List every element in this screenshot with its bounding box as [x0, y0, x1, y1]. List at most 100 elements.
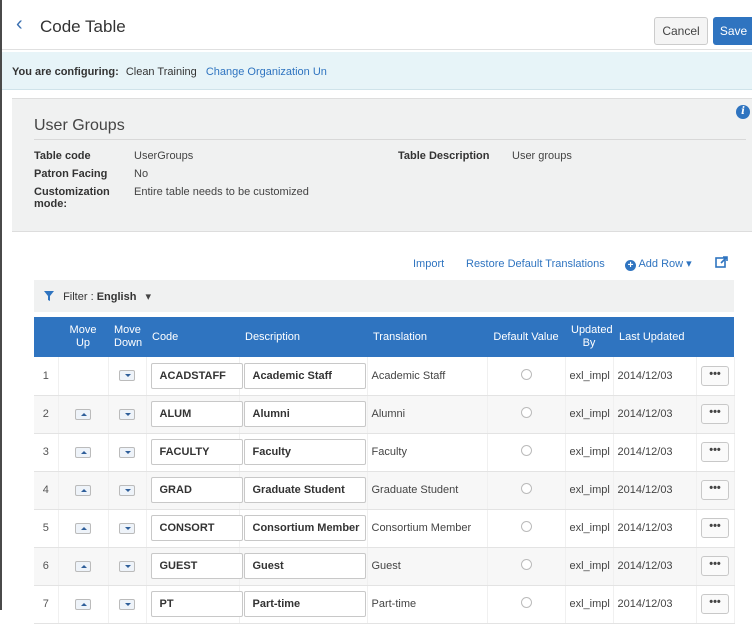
move-up-button[interactable] [75, 522, 91, 534]
row-actions-button[interactable]: ••• [701, 365, 729, 386]
actions-cell: ••• [696, 547, 735, 586]
updated-by-cell: exl_impl [565, 395, 614, 434]
move-down-cell [108, 471, 147, 510]
updated-by-cell: exl_impl [565, 471, 614, 510]
change-organization-link[interactable]: Change Organization Un [206, 66, 327, 78]
code-input[interactable]: ALUM [150, 401, 243, 427]
row-number: 7 [34, 585, 59, 624]
cancel-button[interactable]: Cancel [654, 17, 708, 45]
code-cell: GRAD [146, 471, 243, 510]
code-input[interactable]: FACULTY [150, 439, 243, 465]
patron-facing-value: No [134, 168, 149, 180]
default-value-radio[interactable] [520, 559, 532, 570]
last-updated-header[interactable]: Last Updated [613, 317, 696, 357]
move-up-button[interactable] [75, 446, 91, 458]
row-actions-button[interactable]: ••• [701, 518, 729, 538]
move-up-button[interactable] [75, 484, 91, 496]
move-up-button[interactable] [75, 560, 91, 572]
filter-caret-icon[interactable]: ▾ [145, 291, 151, 303]
translation-cell: Alumni [367, 395, 488, 434]
description-cell: Faculty [239, 433, 368, 472]
description-cell: Graduate Student [239, 471, 368, 510]
description-header[interactable]: Description [239, 317, 367, 357]
row-actions-button[interactable]: ••• [701, 404, 729, 424]
code-input[interactable]: GRAD [150, 477, 243, 503]
description-input[interactable]: Alumni [243, 401, 366, 427]
move-up-button[interactable] [75, 408, 91, 420]
actions-cell: ••• [696, 433, 735, 472]
description-input[interactable]: Consortium Member [243, 515, 366, 541]
import-link[interactable]: Import [413, 258, 444, 270]
restore-translations-link[interactable]: Restore Default Translations [466, 258, 605, 270]
description-input[interactable]: Part-time [243, 591, 366, 617]
code-cell: FACULTY [146, 433, 243, 472]
description-cell: Academic Staff [239, 357, 368, 396]
move-up-cell [58, 509, 109, 548]
page-header: ‹ Code Table Cancel Save [2, 0, 752, 50]
default-value-radio[interactable] [520, 597, 532, 608]
updated-by-cell: exl_impl [565, 585, 614, 624]
updated-by-header[interactable]: Updated By [565, 317, 613, 357]
filter-value[interactable]: English [97, 291, 137, 303]
move-down-button[interactable] [119, 370, 135, 382]
translation-cell: Part-time [367, 585, 488, 624]
default-value-header[interactable]: Default Value [487, 317, 565, 357]
row-actions-button[interactable]: ••• [701, 480, 729, 500]
move-down-button[interactable] [119, 598, 135, 610]
info-icon[interactable]: i [736, 105, 750, 119]
default-value-cell [487, 433, 566, 472]
move-down-button[interactable] [119, 484, 135, 496]
description-input[interactable]: Academic Staff [243, 362, 366, 389]
last-updated-cell: 2014/12/03 [613, 433, 697, 472]
move-down-cell [108, 509, 147, 548]
default-value-radio[interactable] [520, 521, 532, 532]
save-button[interactable]: Save [713, 17, 752, 45]
updated-by-cell: exl_impl [565, 433, 614, 472]
row-number: 3 [34, 433, 59, 472]
move-up-button[interactable] [75, 598, 91, 610]
description-cell: Alumni [239, 395, 368, 434]
move-up-cell [58, 395, 109, 434]
add-row-dropdown[interactable]: + Add Row ▾ [625, 257, 692, 271]
back-chevron-icon[interactable]: ‹ [16, 13, 23, 36]
move-down-button[interactable] [119, 522, 135, 534]
translation-header[interactable]: Translation [367, 317, 487, 357]
move-down-button[interactable] [119, 446, 135, 458]
default-value-radio[interactable] [520, 483, 532, 494]
actions-cell: ••• [696, 585, 735, 624]
description-input[interactable]: Graduate Student [243, 477, 366, 503]
row-actions-button[interactable]: ••• [701, 442, 729, 462]
updated-by-cell: exl_impl [565, 547, 614, 586]
code-input[interactable]: PT [150, 591, 243, 617]
move-down-header: Move Down [108, 317, 146, 357]
description-input[interactable]: Faculty [243, 439, 366, 465]
row-number: 1 [34, 357, 59, 396]
customization-label-line2: mode: [34, 198, 67, 210]
page-title: Code Table [40, 17, 126, 36]
code-input[interactable]: ACADSTAFF [150, 362, 243, 389]
table-row: 1 ACADSTAFF Academic Staff Academic Staf… [34, 357, 735, 396]
default-value-radio[interactable] [520, 445, 532, 456]
move-up-cell [58, 433, 109, 472]
code-header[interactable]: Code [146, 317, 239, 357]
code-cell: ALUM [146, 395, 243, 434]
filter-bar[interactable]: Filter : English ▾ [34, 280, 734, 312]
caret-down-icon: ▾ [686, 258, 692, 270]
move-down-button[interactable] [119, 408, 135, 420]
move-up-header: Move Up [58, 317, 108, 357]
last-updated-cell: 2014/12/03 [613, 357, 697, 396]
code-input[interactable]: GUEST [150, 553, 243, 579]
code-input[interactable]: CONSORT [150, 515, 243, 541]
open-external-icon[interactable] [715, 255, 729, 269]
description-input[interactable]: Guest [243, 553, 366, 579]
row-number: 6 [34, 547, 59, 586]
default-value-radio[interactable] [520, 407, 532, 418]
last-updated-cell: 2014/12/03 [613, 547, 697, 586]
default-value-radio[interactable] [520, 368, 532, 380]
row-actions-button[interactable]: ••• [701, 556, 729, 576]
row-actions-button[interactable]: ••• [701, 594, 729, 614]
table-description-value: User groups [512, 150, 572, 162]
move-down-button[interactable] [119, 560, 135, 572]
last-updated-cell: 2014/12/03 [613, 585, 697, 624]
move-up-cell [58, 357, 109, 396]
